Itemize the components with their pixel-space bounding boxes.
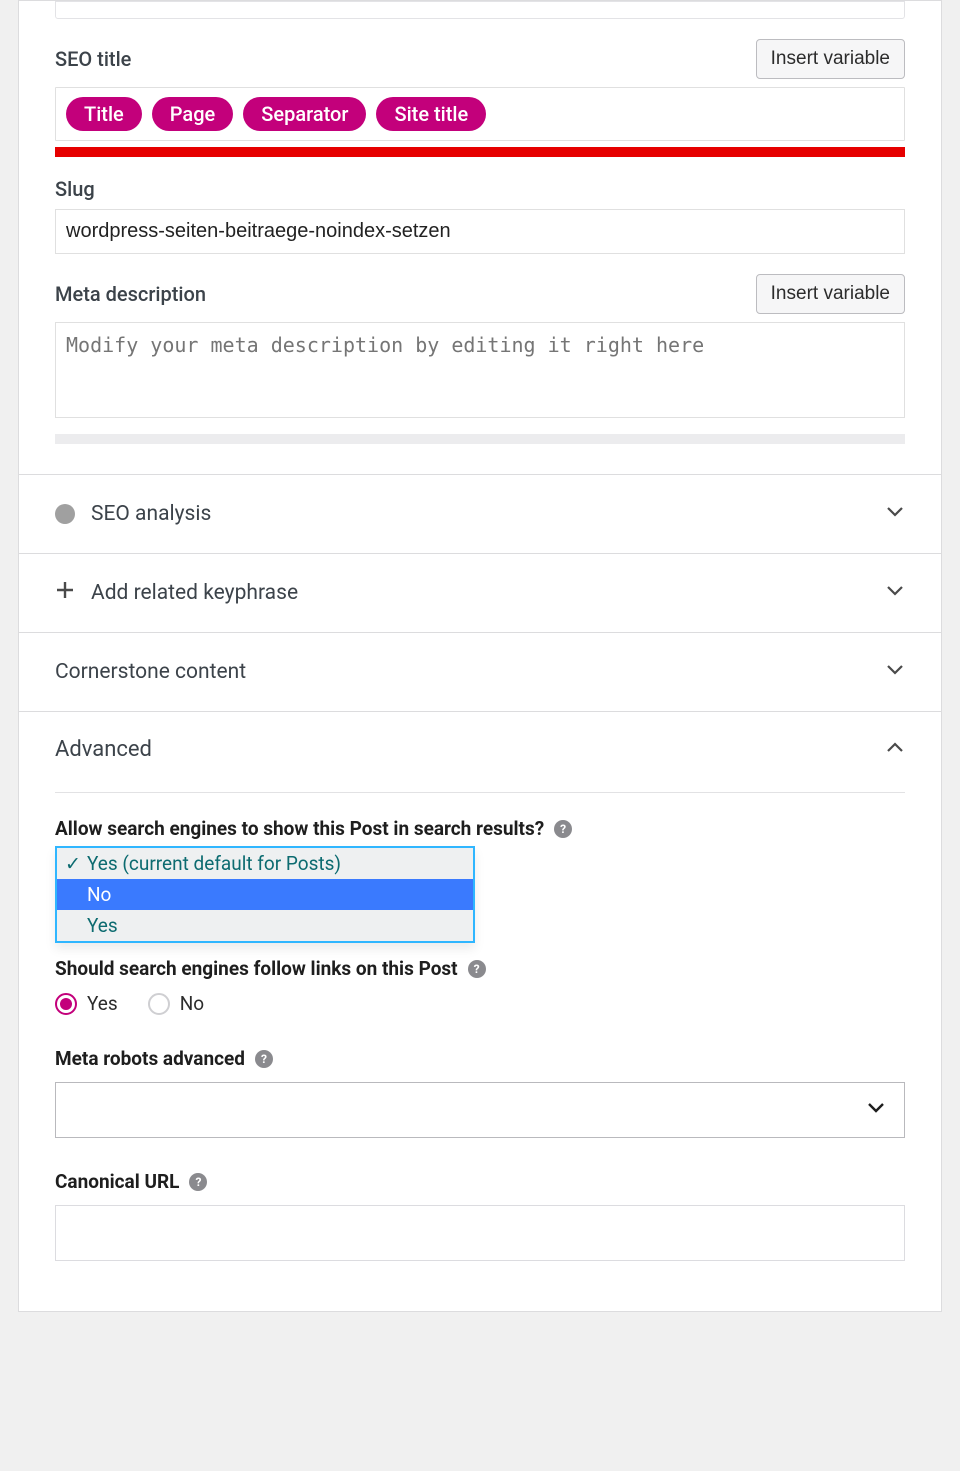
option-default-yes[interactable]: Yes (current default for Posts) xyxy=(57,848,473,879)
variable-chip-title[interactable]: Title xyxy=(66,97,142,131)
follow-yes-radio[interactable]: Yes xyxy=(55,992,118,1015)
help-icon[interactable]: ? xyxy=(554,820,572,838)
option-no[interactable]: No xyxy=(57,879,473,910)
insert-variable-seo-title-button[interactable]: Insert variable xyxy=(756,39,905,79)
advanced-label: Advanced xyxy=(55,737,152,762)
canonical-url-input[interactable] xyxy=(55,1205,905,1261)
meta-description-label: Meta description xyxy=(55,282,206,306)
follow-no-radio[interactable]: No xyxy=(148,992,204,1015)
seo-title-length-bar xyxy=(55,147,905,157)
chevron-down-icon xyxy=(885,578,905,608)
divider xyxy=(55,792,905,793)
chevron-down-icon xyxy=(885,657,905,687)
follow-no-label: No xyxy=(180,992,204,1015)
seo-analysis-label: SEO analysis xyxy=(91,502,211,526)
follow-yes-label: Yes xyxy=(87,992,118,1015)
meta-description-input[interactable] xyxy=(55,322,905,418)
radio-checked-icon xyxy=(55,993,77,1015)
insert-variable-meta-desc-button[interactable]: Insert variable xyxy=(756,274,905,314)
seo-title-input[interactable]: Title Page Separator Site title xyxy=(55,87,905,141)
status-dot-icon xyxy=(55,504,75,524)
chevron-up-icon xyxy=(885,734,905,764)
variable-chip-page[interactable]: Page xyxy=(152,97,234,131)
add-keyphrase-label: Add related keyphrase xyxy=(91,581,298,605)
variable-chip-separator[interactable]: Separator xyxy=(243,97,366,131)
chevron-down-icon xyxy=(866,1096,886,1124)
cornerstone-accordion[interactable]: Cornerstone content xyxy=(19,632,941,711)
help-icon[interactable]: ? xyxy=(189,1173,207,1191)
cornerstone-label: Cornerstone content xyxy=(55,660,246,684)
radio-unchecked-icon xyxy=(148,993,170,1015)
follow-links-label: Should search engines follow links on th… xyxy=(55,957,458,980)
slug-input[interactable] xyxy=(55,209,905,254)
meta-description-length-bar xyxy=(55,434,905,444)
advanced-accordion[interactable]: Advanced xyxy=(55,734,905,782)
chevron-down-icon xyxy=(885,499,905,529)
seo-title-label: SEO title xyxy=(55,47,131,71)
help-icon[interactable]: ? xyxy=(468,960,486,978)
meta-robots-label: Meta robots advanced xyxy=(55,1047,245,1070)
help-icon[interactable]: ? xyxy=(255,1050,273,1068)
add-keyphrase-accordion[interactable]: Add related keyphrase xyxy=(19,553,941,632)
plus-icon xyxy=(55,580,75,606)
allow-index-label: Allow search engines to show this Post i… xyxy=(55,817,544,840)
seo-analysis-accordion[interactable]: SEO analysis xyxy=(19,474,941,553)
option-yes[interactable]: Yes xyxy=(57,910,473,941)
variable-chip-site-title[interactable]: Site title xyxy=(376,97,486,131)
slug-label: Slug xyxy=(55,177,95,201)
previous-panel-edge xyxy=(55,1,905,19)
allow-index-select[interactable]: Yes (current default for Posts) No Yes xyxy=(55,846,475,943)
meta-robots-select[interactable] xyxy=(55,1082,905,1138)
canonical-url-label: Canonical URL xyxy=(55,1170,179,1193)
